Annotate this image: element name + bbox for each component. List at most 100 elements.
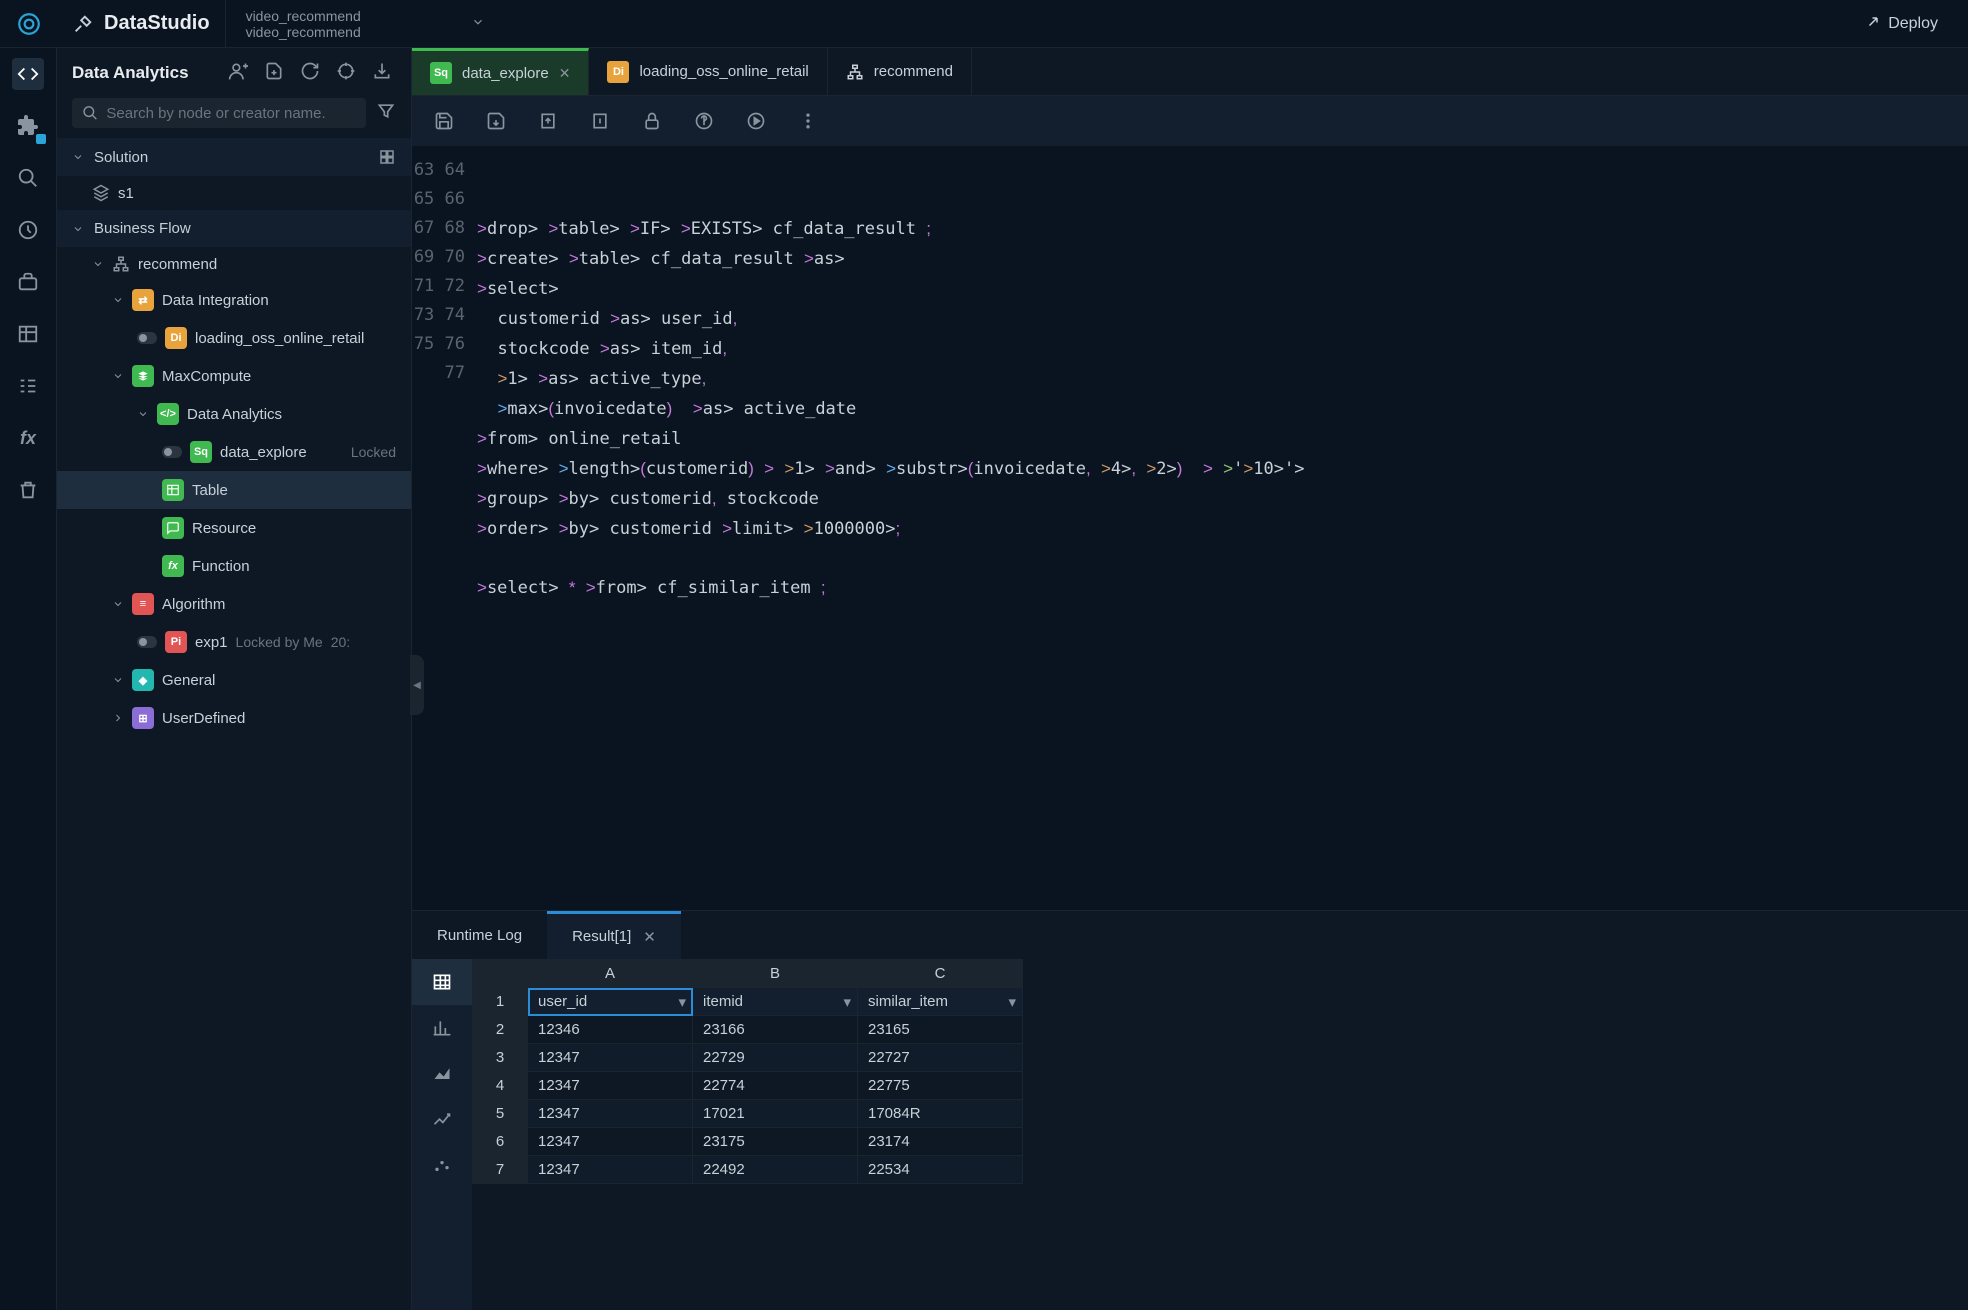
chevron-down-icon bbox=[112, 294, 124, 306]
tree-section-solution[interactable]: Solution bbox=[57, 138, 411, 176]
tree-node-function[interactable]: fx Function bbox=[57, 547, 411, 585]
new-file-icon[interactable] bbox=[260, 57, 288, 90]
tree-node-general[interactable]: ◆ General bbox=[57, 661, 411, 699]
target-icon[interactable] bbox=[332, 57, 360, 90]
function-label: Function bbox=[192, 558, 250, 575]
sq-badge-icon: Sq bbox=[430, 62, 452, 84]
di-folder-icon: ⇄ bbox=[132, 289, 154, 311]
list-icon[interactable] bbox=[12, 370, 44, 402]
chevron-down-icon bbox=[112, 674, 124, 686]
data-analytics-label: Data Analytics bbox=[187, 406, 282, 423]
close-icon[interactable]: ✕ bbox=[559, 65, 571, 82]
project-line1: video_recommend bbox=[246, 8, 361, 24]
tree: Solution s1 Business Flow recommend ⇄ Da… bbox=[57, 138, 411, 1310]
grid-icon[interactable] bbox=[378, 148, 396, 166]
runtime-log-tab[interactable]: Runtime Log bbox=[412, 911, 547, 959]
maxcompute-icon bbox=[132, 365, 154, 387]
tree-node-data-integration[interactable]: ⇄ Data Integration bbox=[57, 281, 411, 319]
tree-node-data-analytics[interactable]: </> Data Analytics bbox=[57, 395, 411, 433]
app-header: DataStudio video_recommend video_recomme… bbox=[0, 0, 1968, 48]
tree-node-resource[interactable]: Resource bbox=[57, 509, 411, 547]
cost-icon[interactable] bbox=[692, 109, 716, 133]
table-view-icon[interactable] bbox=[412, 959, 472, 1005]
tree-section-business-flow[interactable]: Business Flow bbox=[57, 210, 411, 247]
flow-icon bbox=[112, 255, 130, 273]
bar-chart-icon[interactable] bbox=[412, 1005, 472, 1051]
lock-icon[interactable] bbox=[640, 109, 664, 133]
exp1-status: Locked by Me bbox=[236, 634, 323, 650]
sidebar-collapse-handle[interactable]: ◀ bbox=[410, 655, 424, 715]
tree-node-userdefined[interactable]: ⊞ UserDefined bbox=[57, 699, 411, 737]
toggle-icon bbox=[162, 446, 182, 458]
save-as-icon[interactable] bbox=[484, 109, 508, 133]
tree-node-recommend[interactable]: recommend bbox=[57, 247, 411, 281]
puzzle-icon[interactable] bbox=[12, 110, 44, 142]
tree-node-algorithm[interactable]: ≡ Algorithm bbox=[57, 585, 411, 623]
editor-tabs: Sq data_explore ✕ Di loading_oss_online_… bbox=[412, 48, 1968, 96]
chevron-down-icon bbox=[92, 258, 104, 270]
clock-icon[interactable] bbox=[12, 214, 44, 246]
app-logo-icon[interactable] bbox=[0, 11, 57, 37]
search-icon[interactable] bbox=[12, 162, 44, 194]
search-input[interactable] bbox=[106, 105, 356, 122]
run-icon[interactable] bbox=[744, 109, 768, 133]
tree-node-s1[interactable]: s1 bbox=[57, 176, 411, 210]
result-tabs: Runtime Log Result[1] ✕ bbox=[412, 911, 1968, 959]
line-chart-icon[interactable] bbox=[412, 1097, 472, 1143]
fx-icon[interactable]: fx bbox=[12, 422, 44, 454]
trash-icon[interactable] bbox=[12, 474, 44, 506]
table-icon[interactable] bbox=[12, 318, 44, 350]
save-icon[interactable] bbox=[432, 109, 456, 133]
import-icon[interactable] bbox=[368, 57, 396, 90]
tree-node-maxcompute[interactable]: MaxCompute bbox=[57, 357, 411, 395]
result-view-switcher bbox=[412, 959, 472, 1310]
add-user-icon[interactable] bbox=[224, 57, 252, 90]
deploy-button[interactable]: Deploy bbox=[1832, 15, 1968, 33]
area-chart-icon[interactable] bbox=[412, 1051, 472, 1097]
tree-node-table[interactable]: Table bbox=[57, 471, 411, 509]
toggle-icon bbox=[137, 332, 157, 344]
chevron-down-icon bbox=[112, 370, 124, 382]
submit-icon[interactable] bbox=[536, 109, 560, 133]
exp1-label: exp1 bbox=[195, 634, 228, 651]
app-title: DataStudio bbox=[57, 12, 225, 35]
general-icon: ◆ bbox=[132, 669, 154, 691]
filter-icon[interactable] bbox=[376, 101, 396, 126]
more-icon[interactable] bbox=[796, 109, 820, 133]
business-flow-label: Business Flow bbox=[94, 220, 191, 237]
recommend-label: recommend bbox=[138, 256, 217, 273]
scatter-chart-icon[interactable] bbox=[412, 1143, 472, 1189]
editor-toolbar bbox=[412, 96, 1968, 146]
code-editor[interactable]: 63 64 65 66 67 68 69 70 71 72 73 74 75 7… bbox=[412, 146, 1968, 910]
sidebar-header: Data Analytics bbox=[57, 48, 411, 98]
refresh-icon[interactable] bbox=[296, 57, 324, 90]
tree-node-data-explore[interactable]: Sq data_explore Locked bbox=[57, 433, 411, 471]
left-icon-bar: fx bbox=[0, 48, 57, 1310]
tree-node-loading-oss[interactable]: Di loading_oss_online_retail bbox=[57, 319, 411, 357]
project-selector[interactable]: video_recommend video_recommend bbox=[225, 0, 505, 47]
tab-recommend[interactable]: recommend bbox=[828, 48, 972, 95]
tree-node-exp1[interactable]: Pi exp1 Locked by Me 20: bbox=[57, 623, 411, 661]
code-icon[interactable] bbox=[12, 58, 44, 90]
editor-content[interactable]: >drop> >table> >IF> >EXISTS> cf_data_res… bbox=[477, 146, 1968, 910]
algorithm-label: Algorithm bbox=[162, 596, 225, 613]
line-gutter: 63 64 65 66 67 68 69 70 71 72 73 74 75 7… bbox=[412, 146, 477, 910]
app-title-text: DataStudio bbox=[104, 12, 210, 35]
data-explore-label: data_explore bbox=[220, 444, 343, 461]
loading-oss-label: loading_oss_online_retail bbox=[195, 330, 364, 347]
tab-label: data_explore bbox=[462, 65, 549, 82]
briefcase-icon[interactable] bbox=[12, 266, 44, 298]
submit-unlock-icon[interactable] bbox=[588, 109, 612, 133]
content-area: Sq data_explore ✕ Di loading_oss_online_… bbox=[412, 48, 1968, 1310]
general-label: General bbox=[162, 672, 215, 689]
search-box[interactable] bbox=[72, 98, 366, 128]
result-grid[interactable]: ABC1user_id▾itemid▾similar_item▾21234623… bbox=[472, 959, 1968, 1310]
userdefined-icon: ⊞ bbox=[132, 707, 154, 729]
tab-loading-oss[interactable]: Di loading_oss_online_retail bbox=[589, 48, 827, 95]
close-icon[interactable]: ✕ bbox=[643, 928, 656, 946]
resource-label: Resource bbox=[192, 520, 256, 537]
result-tab[interactable]: Result[1] ✕ bbox=[547, 911, 681, 959]
tab-data-explore[interactable]: Sq data_explore ✕ bbox=[412, 48, 589, 95]
userdefined-label: UserDefined bbox=[162, 710, 245, 727]
toggle-icon bbox=[137, 636, 157, 648]
